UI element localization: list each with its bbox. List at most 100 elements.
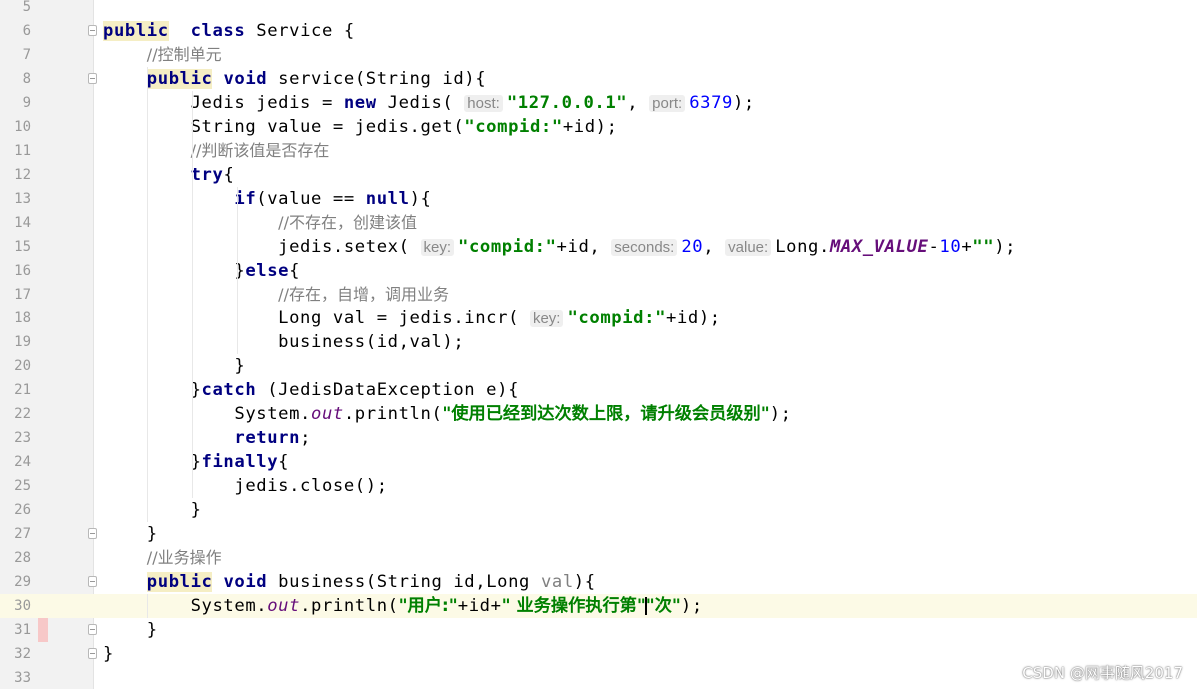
code-line[interactable]: 10 String value = jedis.get("compid:"+id… bbox=[0, 115, 1197, 139]
code-text: System.out.println("用户:"+id+" 业务操作执行第""次… bbox=[103, 594, 703, 618]
code-token: class bbox=[190, 20, 246, 41]
code-token: Long val = jedis.incr( bbox=[103, 308, 530, 329]
line-number: 20 bbox=[14, 358, 31, 375]
code-line[interactable]: 26 } bbox=[0, 498, 1197, 522]
code-text: try{ bbox=[103, 163, 234, 187]
code-text: System.out.println("使用已经到达次数上限，请升级会员级别")… bbox=[103, 402, 792, 426]
code-token: + bbox=[961, 236, 973, 257]
fold-icon[interactable] bbox=[88, 647, 97, 659]
line-number: 13 bbox=[14, 190, 31, 207]
code-token: ); bbox=[680, 596, 703, 616]
code-text: } bbox=[103, 354, 245, 378]
line-number: 23 bbox=[14, 430, 31, 447]
code-line[interactable]: 18 Long val = jedis.incr( key: "compid:"+… bbox=[0, 306, 1197, 330]
code-line[interactable]: 32} bbox=[0, 642, 1197, 666]
code-line[interactable]: 29 public void business(String id,Long v… bbox=[0, 570, 1197, 594]
line-number: 5 bbox=[22, 0, 31, 15]
code-line[interactable]: 12 try{ bbox=[0, 163, 1197, 187]
fold-icon[interactable] bbox=[88, 72, 97, 84]
parameter-hint: host: bbox=[464, 94, 503, 112]
line-number: 31 bbox=[14, 621, 31, 638]
code-token: } bbox=[103, 356, 246, 377]
code-line[interactable]: 33 bbox=[0, 666, 1197, 690]
code-token: public bbox=[146, 572, 213, 593]
line-number: 19 bbox=[14, 334, 31, 351]
code-line[interactable]: 27 } bbox=[0, 522, 1197, 546]
code-token: "用户:" bbox=[398, 596, 458, 616]
code-token: return bbox=[234, 428, 301, 449]
code-line[interactable]: 16 }else{ bbox=[0, 259, 1197, 283]
parameter-hint: seconds: bbox=[611, 238, 678, 256]
line-number: 28 bbox=[14, 550, 31, 567]
code-token: finally bbox=[201, 452, 279, 473]
code-token: service(String id){ bbox=[267, 68, 487, 89]
line-number: 8 bbox=[22, 70, 31, 87]
error-marker bbox=[38, 617, 48, 642]
line-number: 16 bbox=[14, 262, 31, 279]
code-line[interactable]: 11 //判断该值是否存在 bbox=[0, 139, 1197, 163]
code-token: 10 bbox=[939, 236, 962, 257]
line-number: 33 bbox=[14, 669, 31, 686]
code-token: Jedis jedis = bbox=[103, 92, 344, 113]
code-line[interactable]: 13 if(value == null){ bbox=[0, 187, 1197, 211]
code-line[interactable]: 6 public class Service { bbox=[0, 19, 1197, 43]
code-token: public bbox=[103, 20, 169, 41]
code-line[interactable]: 9 Jedis jedis = new Jedis( host: "127.0.0… bbox=[0, 91, 1197, 115]
code-line[interactable]: 14 //不存在，创建该值 bbox=[0, 211, 1197, 235]
fold-icon[interactable] bbox=[88, 623, 97, 635]
code-line[interactable]: 17 //存在，自增，调用业务 bbox=[0, 283, 1197, 307]
code-line[interactable]: 23 return; bbox=[0, 426, 1197, 450]
code-line[interactable]: 22 System.out.println("使用已经到达次数上限，请升级会员级… bbox=[0, 402, 1197, 426]
code-line[interactable]: 31 } bbox=[0, 617, 1197, 642]
line-number: 11 bbox=[14, 142, 31, 159]
code-line[interactable]: 24 }finally{ bbox=[0, 450, 1197, 474]
line-number: 25 bbox=[14, 478, 31, 495]
fold-icon[interactable] bbox=[88, 528, 97, 540]
code-token: } bbox=[103, 500, 202, 521]
indent-guide bbox=[147, 66, 148, 523]
code-token: "compid:" bbox=[464, 116, 563, 137]
code-token: , bbox=[703, 236, 726, 257]
code-line[interactable]: 25 jedis.close(); bbox=[0, 474, 1197, 498]
code-text: }else{ bbox=[103, 259, 300, 283]
code-comment: //不存在，创建该值 bbox=[278, 212, 417, 232]
code-line[interactable]: 8 public void service(String id){ bbox=[0, 67, 1197, 91]
code-token: +id); bbox=[562, 116, 618, 137]
code-token: "使用已经到达次数上限，请升级会员级别" bbox=[442, 404, 770, 425]
fold-icon[interactable] bbox=[88, 24, 97, 36]
code-line[interactable]: 5 bbox=[0, 0, 1197, 19]
code-token: ){ bbox=[573, 572, 596, 593]
code-token: business(String id,Long bbox=[267, 572, 541, 593]
code-token: - bbox=[928, 236, 940, 257]
code-text: business(id,val); bbox=[103, 330, 464, 354]
code-line[interactable]: 28 //业务操作 bbox=[0, 546, 1197, 570]
code-line[interactable]: 19 business(id,val); bbox=[0, 330, 1197, 354]
parameter-hint: value: bbox=[725, 238, 772, 256]
code-token: jedis.close(); bbox=[103, 476, 388, 497]
code-token: out bbox=[311, 404, 344, 425]
code-line[interactable]: 20 } bbox=[0, 354, 1197, 378]
code-line[interactable]: 15 jedis.setex( key: "compid:"+id, second… bbox=[0, 235, 1197, 259]
code-token: } bbox=[103, 380, 202, 401]
line-number: 30 bbox=[14, 598, 31, 614]
code-line[interactable]: 21 }catch (JedisDataException e){ bbox=[0, 378, 1197, 402]
code-text: }finally{ bbox=[103, 450, 289, 474]
line-number: 10 bbox=[14, 118, 31, 135]
code-line[interactable]: 7 //控制单元 bbox=[0, 43, 1197, 67]
code-token: System. bbox=[103, 596, 268, 616]
parameter-hint: port: bbox=[649, 94, 686, 112]
code-token: Jedis( bbox=[376, 92, 465, 113]
code-text: //不存在，创建该值 bbox=[103, 211, 417, 235]
code-line[interactable]: 30 System.out.println("用户:"+id+" 业务操作执行第… bbox=[0, 594, 1197, 618]
code-text: jedis.setex( key: "compid:"+id, seconds: 2… bbox=[103, 235, 1016, 260]
fold-icon[interactable] bbox=[88, 576, 97, 588]
line-number: 24 bbox=[14, 454, 31, 471]
parameter-hint: key: bbox=[420, 238, 455, 256]
code-token: , bbox=[627, 92, 650, 113]
